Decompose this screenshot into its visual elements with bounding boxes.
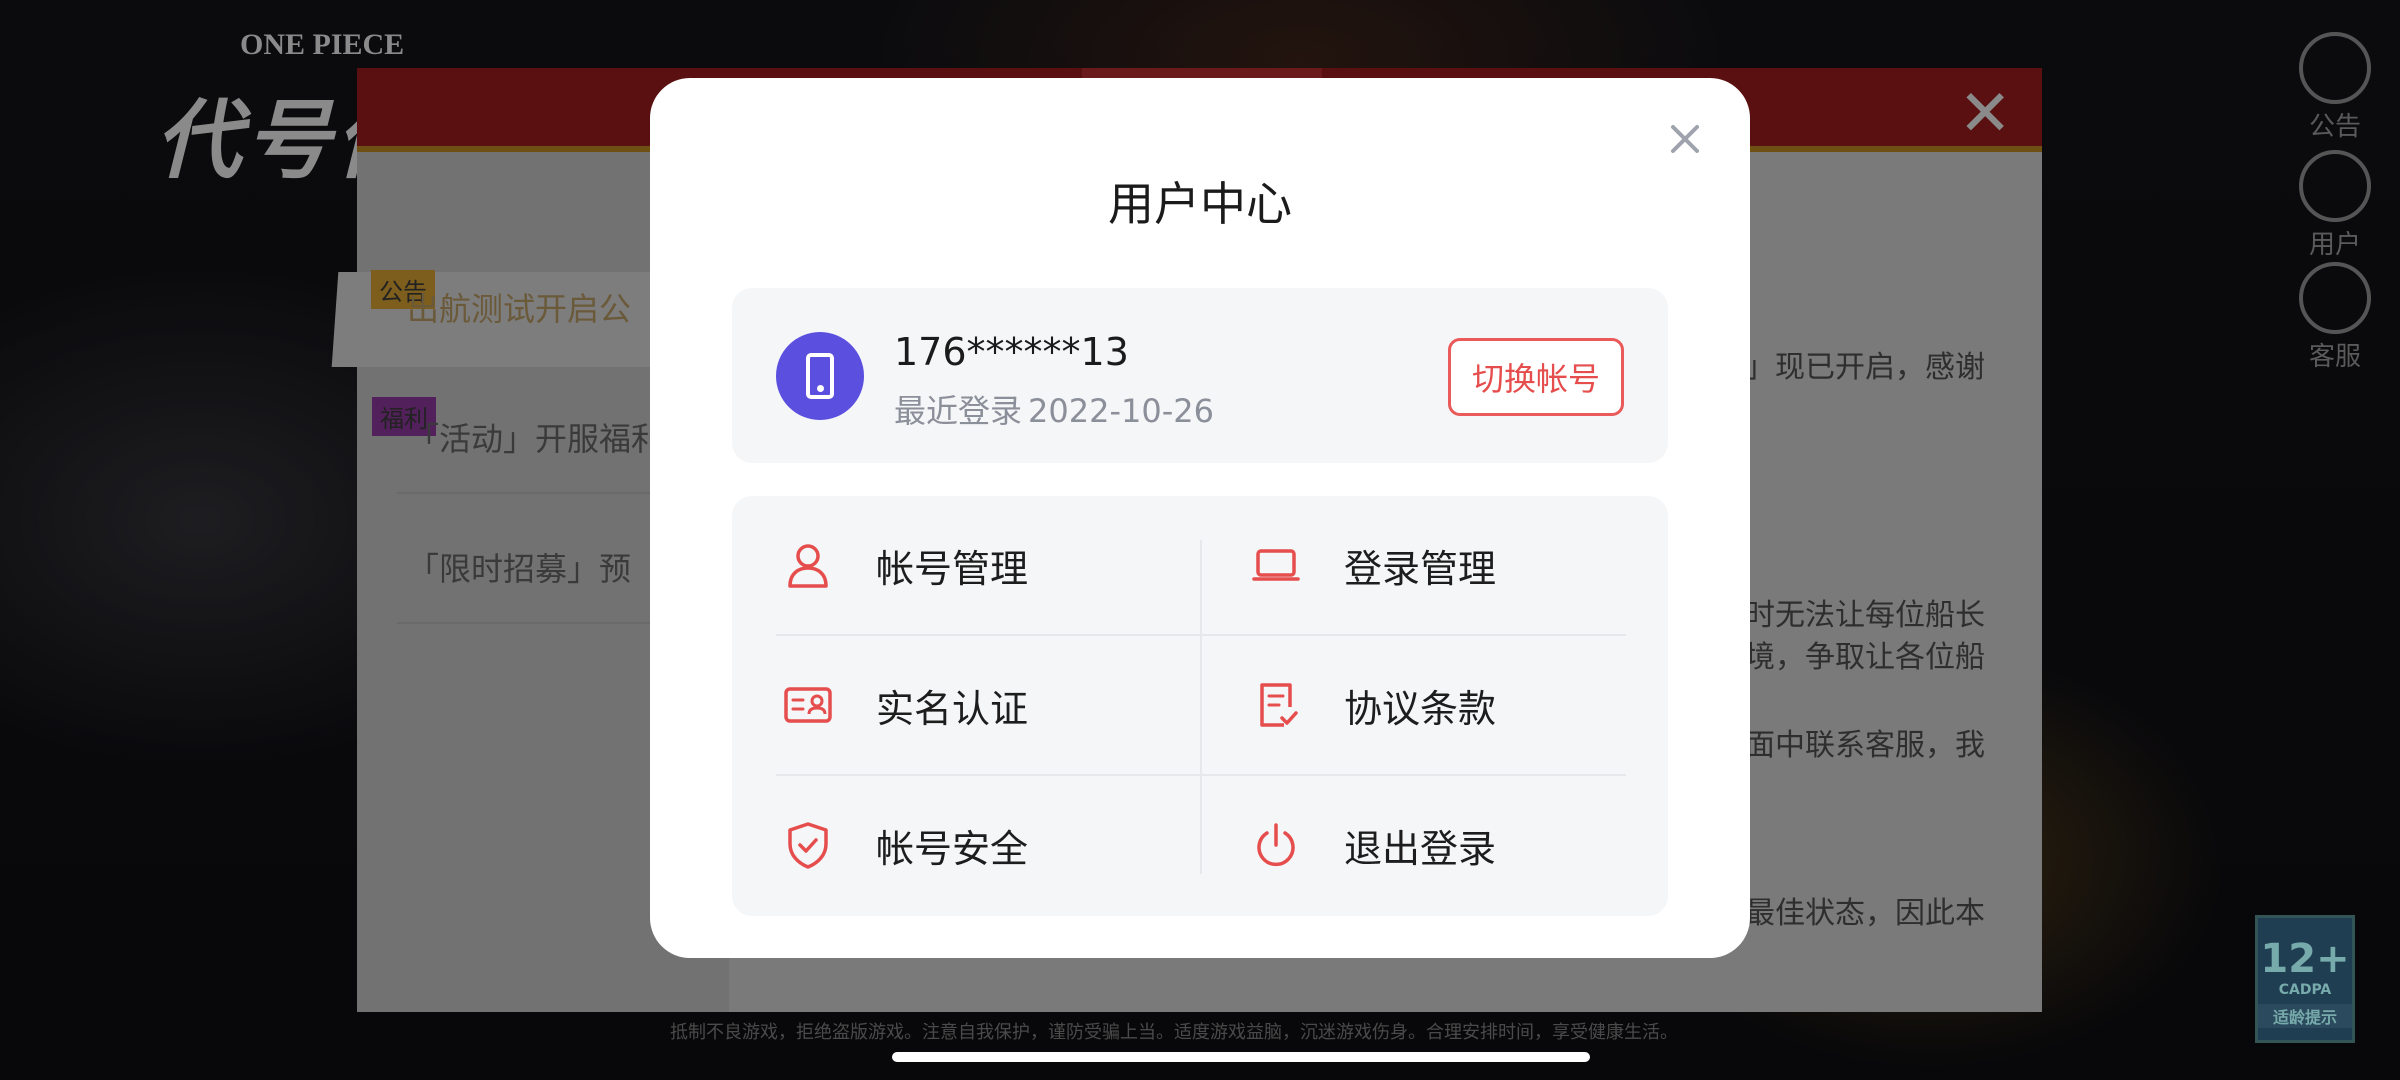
age-rating-org: CADPA (2278, 982, 2332, 998)
menu-account-security[interactable]: 帐号安全 (732, 776, 1152, 914)
last-login-date: 2022-10-26 (1028, 392, 1214, 430)
headset-icon (2299, 262, 2371, 334)
notice-body-line: 时无法让每位船长 (1745, 598, 1985, 633)
logo-subtitle: ONE PIECE (240, 28, 405, 61)
menu-label: 登录管理 (1344, 546, 1497, 591)
user-center-dialog: 用户中心 176******13 最近登录 2022-10-26 切换帐号 帐号管… (650, 78, 1750, 958)
close-icon[interactable] (1660, 114, 1710, 164)
phone-icon (806, 353, 834, 399)
notice-close-icon[interactable]: ✕ (1958, 82, 2012, 146)
health-notice: 抵制不良游戏，拒绝盗版游戏。注意自我保护，谨防受骗上当。适度游戏益脑，沉迷游戏伤… (670, 1022, 1678, 1043)
account-card: 176******13 最近登录 2022-10-26 切换帐号 (732, 288, 1668, 463)
laptop-icon (1250, 539, 1302, 591)
menu-label: 帐号管理 (876, 546, 1029, 591)
notice-body-line: 境，争取让各位船 (1745, 640, 1985, 675)
avatar (776, 332, 864, 420)
id-card-icon (782, 679, 834, 731)
age-rating-value: 12+ (2260, 936, 2350, 982)
menu-login-manage[interactable]: 登录管理 (1200, 496, 1620, 634)
menu-label: 协议条款 (1344, 686, 1497, 731)
user-icon (2299, 150, 2371, 222)
age-rating-badge: 12+ CADPA 适龄提示 (2255, 915, 2355, 1043)
menu-agreement[interactable]: 协议条款 (1200, 636, 1620, 774)
notice-body-line: 面中联系客服，我 (1745, 728, 1985, 763)
menu-logout[interactable]: 退出登录 (1200, 776, 1620, 914)
menu-real-name[interactable]: 实名认证 (732, 636, 1152, 774)
account-phone: 176******13 (894, 330, 1129, 374)
last-login-label: 最近登录 (894, 392, 1023, 430)
side-button-label: 用户 (2308, 230, 2361, 260)
anchor-icon (2299, 32, 2371, 104)
menu-account-manage[interactable]: 帐号管理 (732, 496, 1152, 634)
menu-label: 帐号安全 (876, 826, 1029, 871)
side-button-label: 客服 (2308, 342, 2361, 372)
notice-body-line: 最佳状态，因此本 (1745, 896, 1985, 931)
menu-card: 帐号管理 登录管理 实名认证 协议条款 帐号安全 退出登录 (732, 496, 1668, 916)
menu-label: 退出登录 (1344, 826, 1497, 871)
side-button-label: 公告 (2308, 112, 2361, 142)
shield-check-icon (782, 819, 834, 871)
side-button-user[interactable]: 用户 (2292, 150, 2378, 261)
user-icon (782, 539, 834, 591)
side-button-announcement[interactable]: 公告 (2292, 32, 2378, 143)
switch-account-button[interactable]: 切换帐号 (1448, 338, 1624, 416)
side-button-service[interactable]: 客服 (2292, 262, 2378, 373)
power-icon (1250, 819, 1302, 871)
last-login: 最近登录 2022-10-26 (894, 386, 1214, 432)
home-indicator[interactable] (892, 1052, 1590, 1062)
age-rating-tip: 适龄提示 (2258, 1004, 2352, 1028)
menu-label: 实名认证 (876, 686, 1029, 731)
dialog-title: 用户中心 (1108, 177, 1292, 231)
notice-body-line: 」现已开启，感谢 (1745, 350, 1985, 385)
document-check-icon (1250, 679, 1302, 731)
